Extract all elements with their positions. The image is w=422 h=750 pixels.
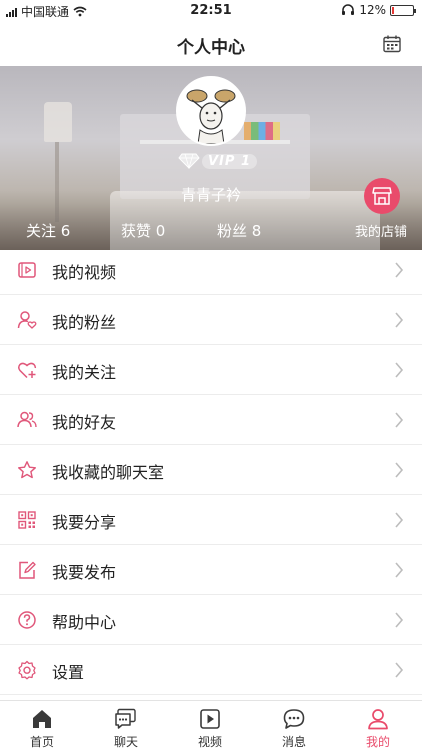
menu-item-label: 我的关注 — [52, 363, 117, 382]
profile-header: VIP 1 青青子衿 关注 6 获赞 0 粉丝 8 我的店铺 — [0, 66, 422, 250]
settings-icon — [18, 660, 36, 680]
tab-messages[interactable]: 消息 — [252, 701, 336, 750]
battery-level-fill — [392, 6, 394, 14]
headphones-icon — [342, 4, 355, 15]
menu-item-label: 我收藏的聊天室 — [52, 463, 165, 482]
star-icon — [18, 461, 36, 479]
page-title: 个人中心 — [177, 38, 245, 58]
qr-code-icon — [18, 511, 36, 529]
tab-bar: 首页 聊天 视频 消息 我的 — [0, 700, 422, 750]
menu-item-label: 设置 — [52, 663, 85, 682]
heart-plus-icon — [18, 362, 37, 379]
home-icon — [33, 710, 51, 728]
menu-item-label: 我的好友 — [52, 413, 117, 432]
fans-count[interactable]: 粉丝 8 — [217, 220, 261, 241]
tab-label: 视频 — [197, 735, 222, 749]
menu-item-my-friends[interactable]: 我的好友 — [0, 395, 422, 445]
vip-label: VIP 1 — [202, 153, 257, 169]
tab-label: 聊天 — [113, 735, 138, 749]
tab-video[interactable]: 视频 — [168, 701, 252, 750]
battery-percent: 12% — [359, 3, 386, 17]
menu-item-label: 我要发布 — [52, 563, 117, 582]
chevron-right-icon — [395, 462, 404, 478]
menu-item-label: 帮助中心 — [52, 613, 117, 632]
message-icon — [283, 709, 305, 729]
likes-count[interactable]: 获赞 0 — [121, 220, 165, 241]
menu-item-settings[interactable]: 设置 — [0, 645, 422, 695]
tab-home[interactable]: 首页 — [0, 701, 84, 750]
nav-bar: 个人中心 — [0, 22, 422, 66]
menu-item-label: 我的粉丝 — [52, 313, 117, 332]
tab-label: 首页 — [29, 735, 54, 749]
chevron-right-icon — [395, 662, 404, 678]
username: 青青子衿 — [180, 186, 241, 204]
diamond-icon — [178, 153, 200, 169]
status-bar: 中国联通 22:51 12% — [0, 0, 422, 22]
my-shop-button[interactable] — [364, 178, 400, 214]
background-decor — [44, 102, 72, 142]
tab-label: 消息 — [281, 735, 306, 749]
edit-icon — [19, 561, 36, 579]
background-decor — [244, 122, 280, 140]
menu-item-label: 我要分享 — [52, 513, 117, 532]
friends-icon — [17, 411, 37, 428]
tab-mine[interactable]: 我的 — [336, 701, 420, 750]
avatar-image — [178, 78, 244, 144]
menu-item-help-center[interactable]: 帮助中心 — [0, 595, 422, 645]
my-shop-label[interactable]: 我的店铺 — [355, 221, 407, 240]
avatar[interactable] — [176, 76, 246, 146]
video-icon — [18, 262, 36, 278]
menu-item-publish[interactable]: 我要发布 — [0, 545, 422, 595]
profile-icon — [368, 709, 388, 730]
following-count[interactable]: 关注 6 — [26, 220, 70, 241]
play-icon — [200, 709, 220, 729]
battery-icon — [390, 4, 416, 16]
storefront-icon — [372, 187, 392, 205]
chevron-right-icon — [395, 362, 404, 378]
vip-badge: VIP 1 — [178, 152, 257, 170]
chevron-right-icon — [395, 512, 404, 528]
menu-item-share[interactable]: 我要分享 — [0, 495, 422, 545]
menu-item-favorite-chatrooms[interactable]: 我收藏的聊天室 — [0, 445, 422, 495]
menu-item-label: 我的视频 — [52, 263, 117, 282]
menu-item-my-videos[interactable]: 我的视频 — [0, 250, 422, 295]
chevron-right-icon — [395, 262, 404, 278]
chevron-right-icon — [395, 412, 404, 428]
chat-icon — [115, 708, 136, 729]
chevron-right-icon — [395, 562, 404, 578]
status-right: 12% — [341, 3, 416, 17]
tab-chat[interactable]: 聊天 — [84, 701, 168, 750]
help-icon — [18, 611, 36, 629]
tab-label: 我的 — [365, 735, 390, 749]
user-heart-icon — [17, 311, 37, 329]
menu-item-my-following[interactable]: 我的关注 — [0, 345, 422, 395]
calendar-icon[interactable] — [382, 34, 402, 54]
profile-menu: 我的视频 我的粉丝 我的关注 我的好友 我收藏的聊天室 我要分享 我要发布 帮助… — [0, 250, 422, 700]
chevron-right-icon — [395, 312, 404, 328]
menu-item-my-fans[interactable]: 我的粉丝 — [0, 295, 422, 345]
chevron-right-icon — [395, 612, 404, 628]
